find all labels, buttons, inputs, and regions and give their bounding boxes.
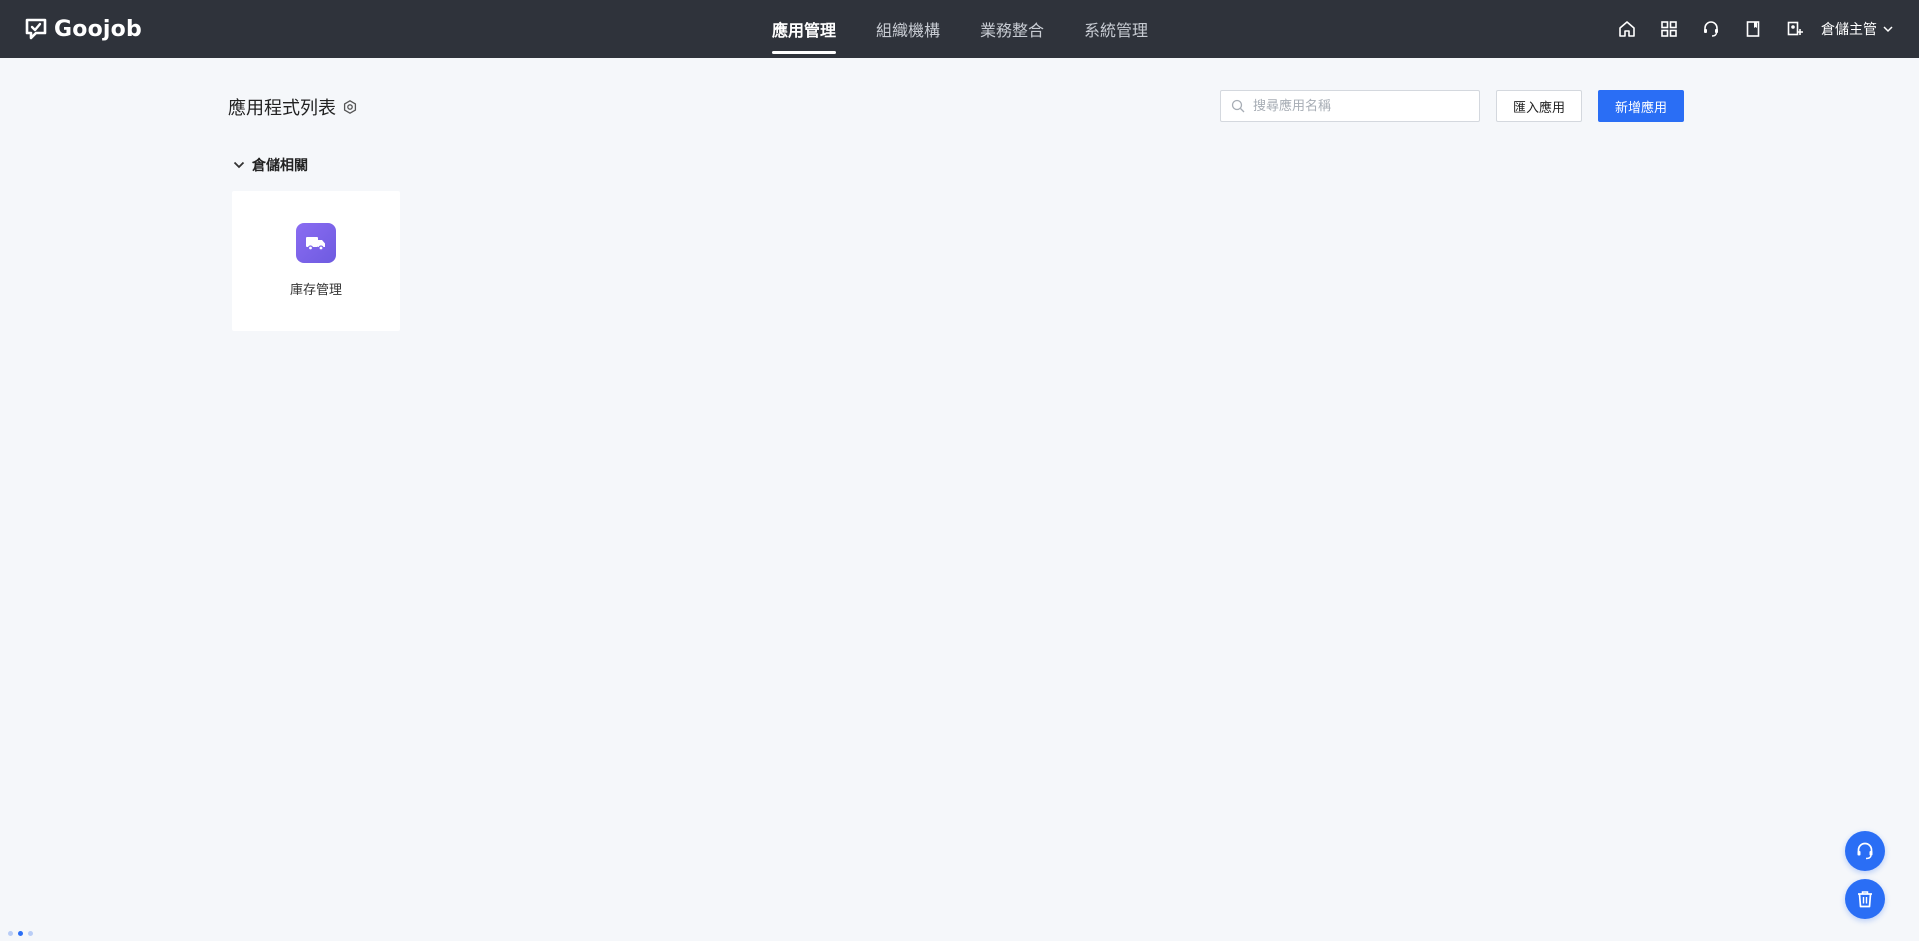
main-nav: 應用管理 組織機構 業務整合 系統管理 [772, 0, 1148, 58]
page-title-group: 應用程式列表 [228, 94, 358, 120]
truck-icon [306, 237, 325, 251]
page-title: 應用程式列表 [228, 98, 336, 119]
toolbar: 倉儲主管 [1617, 0, 1895, 58]
brand-logo[interactable]: Goojob [24, 14, 142, 44]
chevron-down-icon [233, 161, 245, 169]
book-icon[interactable] [1743, 19, 1763, 39]
top-bar: Goojob 應用管理 組織機構 業務整合 系統管理 倉儲主管 [0, 0, 1919, 58]
loader-dot [8, 931, 13, 936]
app-card[interactable]: 庫存管理 [232, 191, 400, 331]
support-headset-icon [1857, 842, 1873, 860]
trash-fab[interactable] [1845, 879, 1885, 919]
header-actions: 匯入應用 新增應用 [1219, 90, 1684, 122]
nav-tab-app-management[interactable]: 應用管理 [772, 0, 837, 58]
brand-name: Goojob [54, 16, 142, 42]
trash-icon [1858, 891, 1872, 908]
home-icon[interactable] [1617, 19, 1637, 39]
settings-icon[interactable] [342, 99, 358, 115]
search-icon [1231, 99, 1245, 113]
loader-dot [28, 931, 33, 936]
search-input[interactable] [1250, 97, 1469, 115]
support-headset-icon[interactable] [1701, 19, 1721, 39]
support-fab[interactable] [1845, 831, 1885, 871]
nav-tab-system-management[interactable]: 系統管理 [1084, 0, 1148, 58]
page-header: 應用程式列表 匯入應用 新增應用 [228, 88, 1684, 124]
nav-tab-business-integration[interactable]: 業務整合 [980, 0, 1044, 58]
nav-tab-organization[interactable]: 組織機構 [876, 0, 940, 58]
search-box [1219, 90, 1480, 122]
group-header[interactable]: 倉儲相關 [232, 155, 308, 175]
add-user-icon[interactable] [1785, 19, 1805, 39]
import-app-button[interactable]: 匯入應用 [1495, 90, 1582, 122]
new-app-button[interactable]: 新增應用 [1597, 90, 1684, 122]
apps-grid-icon[interactable] [1659, 19, 1679, 39]
user-name: 倉儲主管 [1821, 22, 1877, 38]
loader-dot [18, 931, 23, 936]
user-menu[interactable]: 倉儲主管 [1821, 19, 1895, 39]
loading-indicator [8, 931, 33, 936]
group-title: 倉儲相關 [252, 158, 308, 174]
chevron-down-icon [1883, 26, 1893, 33]
chat-check-logo-icon [25, 18, 47, 40]
app-name: 庫存管理 [289, 283, 342, 298]
app-icon-container [296, 223, 336, 263]
